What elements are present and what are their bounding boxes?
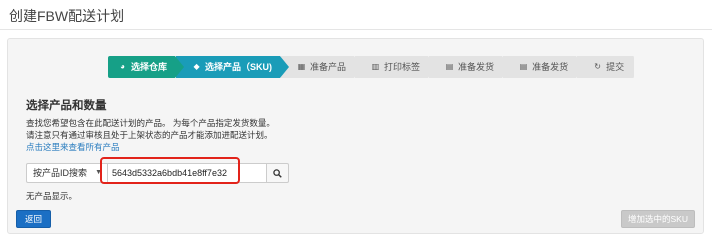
refresh-icon: ↻ (594, 62, 601, 71)
step-prepare-shipment[interactable]: ▤ 准备发货 (429, 56, 512, 78)
title-divider (0, 29, 712, 30)
add-selected-sku-button[interactable]: 增加选中的SKU (621, 210, 695, 228)
step-label: 选择仓库 (131, 62, 168, 72)
globe-icon: ◕ (120, 62, 125, 71)
step-label: 准备发货 (458, 62, 495, 72)
empty-results-message: 无产品显示。 (26, 191, 78, 201)
search-input-highlight (100, 157, 240, 184)
back-button[interactable]: 返回 (16, 210, 52, 228)
tag-icon: ◆ (193, 62, 200, 71)
step-prepare-products[interactable]: ▦ 准备产品 (281, 56, 364, 78)
section-description: 查找您希望包含在此配送计划的产品。 为每个产品指定发货数量。 (26, 118, 275, 128)
section-note: 请注意只有通过审核且处于上架状态的产品才能添加进配送计划。 (26, 130, 273, 140)
step-label: 提交 (606, 62, 625, 72)
barcode-icon: ▥ (371, 62, 380, 71)
plan-panel: ◕ 选择仓库 ◆ 选择产品（SKU) ▦ 准备产品 ▥ 打印标签 ▤ 准备发货 … (7, 38, 704, 234)
step-label: 准备产品 (310, 62, 347, 72)
step-select-products[interactable]: ◆ 选择产品（SKU) (176, 56, 290, 78)
step-prepare-shipment-2[interactable]: ▤ 准备发货 (503, 56, 586, 78)
search-icon (273, 168, 282, 178)
section-title: 选择产品和数量 (26, 100, 107, 112)
grid-icon: ▦ (297, 62, 306, 71)
step-label: 选择产品（SKU) (205, 62, 273, 72)
list-icon: ▤ (445, 62, 454, 71)
list-icon: ▤ (519, 62, 528, 71)
step-print-labels[interactable]: ▥ 打印标签 (355, 56, 438, 78)
view-all-products-link[interactable]: 点击这里来查看所有产品 (26, 141, 120, 153)
step-select-warehouse[interactable]: ◕ 选择仓库 (108, 56, 185, 78)
wizard-steps: ◕ 选择仓库 ◆ 选择产品（SKU) ▦ 准备产品 ▥ 打印标签 ▤ 准备发货 … (108, 56, 636, 78)
page-title: 创建FBW配送计划 (9, 8, 125, 24)
step-label: 准备发货 (532, 62, 569, 72)
search-mode-value: 按产品ID搜索 (33, 168, 88, 178)
search-button[interactable] (267, 163, 289, 183)
search-mode-select[interactable]: 按产品ID搜索 ▼ (26, 163, 108, 183)
step-submit[interactable]: ↻ 提交 (577, 56, 636, 78)
step-label: 打印标签 (384, 62, 421, 72)
